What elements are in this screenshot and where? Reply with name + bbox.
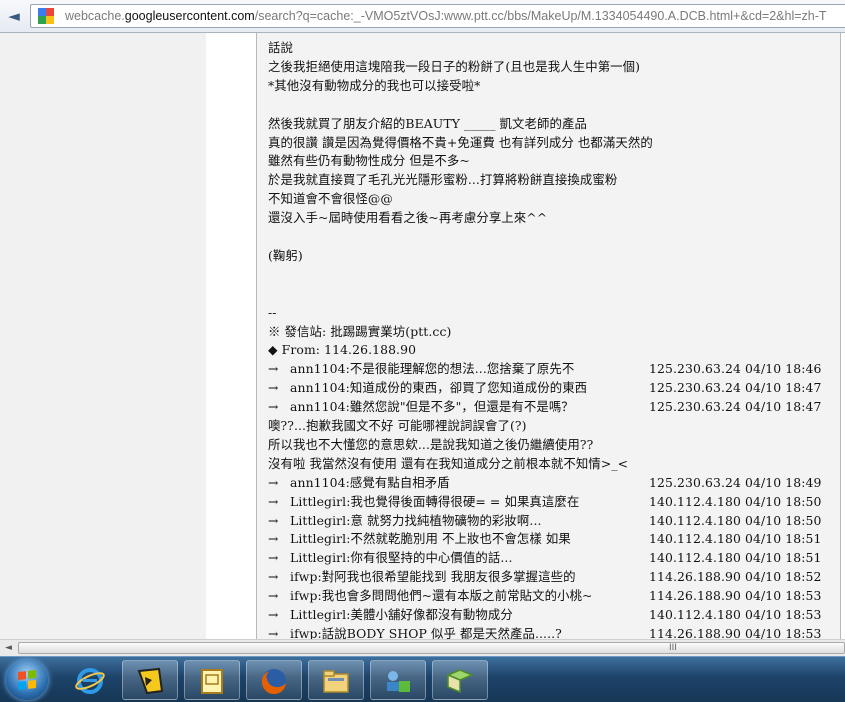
ptt-client-button[interactable]	[122, 660, 178, 700]
push-text: ifwp:我也會多問問他們~還有本版之前常貼文的小桃~	[290, 588, 593, 604]
post-line: 不知道會不會很怪@@	[268, 191, 393, 207]
push-arrow: →	[268, 588, 279, 604]
push-meta: 114.26.188.90 04/10 18:53	[649, 588, 822, 604]
left-panel	[0, 33, 206, 639]
reply-line: 沒有啦 我當然沒有使用 還有在我知道成分之前根本就不知情>_<	[268, 455, 629, 471]
push-text: Littlegirl:不然就乾脆別用 不上妝也不會怎樣 如果	[290, 531, 571, 547]
push-text: ann1104:知道成份的東西，卻買了您知道成份的東西	[290, 380, 588, 396]
firefox-icon	[261, 669, 286, 695]
folder-icon	[323, 670, 349, 693]
push-meta: 140.112.4.180 04/10 18:51	[649, 550, 822, 566]
post-line: 還沒入手~屆時使用看看之後~再考慮分享上來^^	[268, 210, 548, 226]
push-meta: 125.230.63.24 04/10 18:46	[649, 361, 822, 377]
push-arrow: →	[268, 607, 279, 622]
page-margin	[206, 33, 256, 639]
scroll-left-icon[interactable]: ◄	[0, 640, 17, 656]
push-arrow: →	[268, 474, 279, 490]
post-line: 真的很讚 讚是因為覺得價格不貴+免運費 也有詳列成分 也都滿天然的	[268, 134, 653, 150]
green-folder-icon	[446, 669, 474, 694]
post-line: ◆ From: 114.26.188.90	[268, 342, 417, 358]
address-bar: ◄ webcache.googleusercontent.com/search?…	[0, 0, 845, 33]
push-text: ann1104:感覺有點自相矛盾	[290, 474, 450, 490]
firefox-button[interactable]	[246, 660, 302, 700]
url-field[interactable]: webcache.googleusercontent.com/search?q=…	[30, 4, 845, 28]
start-button[interactable]	[6, 660, 48, 700]
windows-logo-icon	[18, 670, 36, 690]
post-line: 話說	[268, 40, 293, 55]
push-text: Littlegirl:意 就努力找純植物礦物的彩妝啊...	[290, 512, 542, 528]
taskbar	[0, 656, 845, 702]
folder-app-button[interactable]	[432, 660, 488, 700]
push-arrow: →	[268, 625, 279, 639]
push-comment: → ann1104:感覺有點自相矛盾 125.230.63.24 04/10 18:…	[268, 473, 838, 492]
push-comment: → Littlegirl:我也覺得後面轉得很硬= = 如果真這麼在 140.112.…	[268, 492, 838, 511]
notepad-button[interactable]	[184, 660, 240, 700]
internet-explorer-icon	[75, 668, 105, 694]
push-text: ann1104:雖然您說"但是不多"，但還是有不是嗎？	[290, 399, 574, 415]
push-comment: → ann1104:不是很能理解您的想法...您捨棄了原先不 125.230.63.…	[268, 359, 838, 378]
push-arrow: →	[268, 399, 279, 415]
push-meta: 125.230.63.24 04/10 18:47	[649, 380, 822, 396]
post-line: 然後我就買了朋友介紹的BEAUTY _____ 凱文老師的產品	[268, 115, 587, 131]
post-line: 雖然有些仍有動物性成分 但是不多~	[268, 153, 470, 169]
push-arrow: →	[268, 531, 279, 547]
post-line: (鞠躬)	[268, 247, 303, 263]
push-arrow: →	[268, 361, 279, 377]
push-comment: → Littlegirl:意 就努力找純植物礦物的彩妝啊... 140.112.4.…	[268, 511, 838, 530]
push-comment: → Littlegirl:美體小舖好像都沒有動物成分 140.112.4.180 0…	[268, 605, 838, 624]
post-line: 於是我就直接買了毛孔光光隱形蜜粉...打算將粉餅直接換成蜜粉	[268, 172, 618, 188]
push-text: ifwp:話說BODY SHOP 似乎 都是天然產品.....?	[290, 625, 562, 639]
push-comment: → ifwp:我也會多問問他們~還有本版之前常貼文的小桃~ 114.26.188.9…	[268, 586, 838, 605]
post-line: --	[268, 304, 277, 320]
push-arrow: →	[268, 493, 279, 509]
push-meta: 140.112.4.180 04/10 18:50	[649, 512, 822, 528]
push-arrow: →	[268, 380, 279, 396]
page-edge	[841, 33, 845, 639]
google-favicon-icon	[38, 8, 54, 24]
url-text: webcache.googleusercontent.com/search?q=…	[65, 9, 827, 23]
push-text: Littlegirl:美體小舖好像都沒有動物成分	[290, 607, 513, 622]
push-text: ifwp:對阿我也很希望能找到 我朋友很多掌握這些的	[290, 569, 576, 585]
post-line: 之後我拒絕使用這塊陪我一段日子的粉餅了(且也是我人生中第一個)	[268, 58, 641, 74]
push-comment: → Littlegirl:你有很堅持的中心價值的話... 140.112.4.180…	[268, 548, 838, 567]
push-arrow: →	[268, 569, 279, 585]
push-meta: 114.26.188.90 04/10 18:52	[649, 569, 822, 585]
push-comment: → ann1104:知道成份的東西，卻買了您知道成份的東西 125.230.63.2…	[268, 378, 838, 397]
reply-line: 所以我也不大懂您的意思欸...是說我知道之後仍繼續使用??	[268, 436, 594, 452]
network-app-button[interactable]	[370, 660, 426, 700]
push-meta: 140.112.4.180 04/10 18:53	[649, 607, 822, 622]
reply-line: 噢??...抱歉我國文不好 可能哪裡說詞誤會了(?)	[268, 418, 527, 433]
notepad-icon	[201, 669, 223, 694]
push-arrow: →	[268, 512, 279, 528]
push-arrow: →	[268, 550, 279, 566]
push-meta: 125.230.63.24 04/10 18:47	[649, 399, 822, 415]
back-icon[interactable]: ◄	[3, 7, 25, 26]
internet-explorer-button[interactable]	[62, 660, 118, 700]
post-line: *其他沒有動物成分的我也可以接受啦*	[268, 77, 481, 93]
article-content: 話說之後我拒絕使用這塊陪我一段日子的粉餅了(且也是我人生中第一個) *其他沒有動物…	[256, 33, 841, 639]
push-text: Littlegirl:我也覺得後面轉得很硬= = 如果真這麼在	[290, 493, 580, 509]
push-text: ann1104:不是很能理解您的想法...您捨棄了原先不	[290, 361, 575, 377]
push-comment: → Littlegirl:不然就乾脆別用 不上妝也不會怎樣 如果 140.112.4…	[268, 529, 838, 548]
pcman-icon	[137, 667, 164, 695]
push-meta: 140.112.4.180 04/10 18:51	[649, 531, 822, 547]
push-comment: → ifwp:話說BODY SHOP 似乎 都是天然產品.....? 114.26.…	[268, 624, 838, 639]
network-people-icon	[387, 671, 410, 692]
push-meta: 140.112.4.180 04/10 18:50	[649, 493, 822, 509]
push-meta: 114.26.188.90 04/10 18:53	[649, 625, 822, 639]
file-explorer-button[interactable]	[308, 660, 364, 700]
post-line: ※ 發信站: 批踢踢實業坊(ptt.cc)	[268, 323, 452, 339]
push-comment: → ifwp:對阿我也很希望能找到 我朋友很多掌握這些的 114.26.188.90…	[268, 567, 838, 586]
push-text: Littlegirl:你有很堅持的中心價值的話...	[290, 550, 513, 566]
push-meta: 125.230.63.24 04/10 18:49	[649, 474, 822, 490]
push-comment: → ann1104:雖然您說"但是不多"，但還是有不是嗎？ 125.230.63.2…	[268, 397, 838, 416]
horizontal-scrollbar[interactable]: ◄ III	[0, 639, 845, 656]
thumb-grip: III	[669, 643, 677, 653]
scrollbar-thumb[interactable]: III	[18, 642, 845, 654]
